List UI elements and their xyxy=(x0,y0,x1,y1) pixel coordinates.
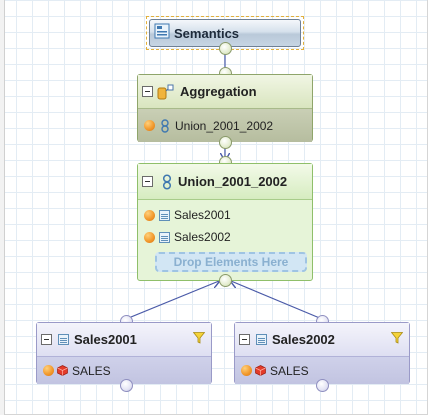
union-input-label: Sales2001 xyxy=(174,208,231,222)
filter-icon[interactable] xyxy=(390,331,404,349)
measure-cube-icon xyxy=(255,365,266,376)
union-input-label: Sales2002 xyxy=(174,230,231,244)
collapse-projection-button[interactable] xyxy=(41,334,52,345)
aggregation-title: Aggregation xyxy=(180,84,257,99)
sales2002-input-port[interactable] xyxy=(316,379,329,392)
union-title: Union_2001_2002 xyxy=(178,174,288,189)
projection-header[interactable]: Sales2002 xyxy=(235,323,409,357)
projection-node-sales2001[interactable]: Sales2001 SALES xyxy=(36,322,212,384)
union-header[interactable]: Union_2001_2002 xyxy=(138,164,312,200)
collapse-aggregation-button[interactable] xyxy=(142,86,153,97)
aggregation-node[interactable]: Aggregation Union_2001_2002 xyxy=(137,74,313,142)
measure-cube-icon xyxy=(57,365,68,376)
union-input-port[interactable] xyxy=(219,274,232,287)
table-icon xyxy=(159,209,170,221)
semantics-icon xyxy=(154,23,170,44)
projection-node-sales2002[interactable]: Sales2002 SALES xyxy=(234,322,410,384)
projection-header[interactable]: Sales2001 xyxy=(37,323,211,357)
attribute-dot-icon xyxy=(144,120,155,131)
projection-column-label[interactable]: SALES xyxy=(72,364,111,378)
attribute-dot-icon xyxy=(241,365,252,376)
view-editor-canvas[interactable]: Semantics Aggregation Union_2001_2002 Un… xyxy=(0,0,428,415)
attribute-dot-icon xyxy=(43,365,54,376)
union-node[interactable]: Union_2001_2002 Sales2001 Sales2002 Drop… xyxy=(137,163,313,281)
projection-column-label[interactable]: SALES xyxy=(270,364,309,378)
connector-sales2002-union xyxy=(231,281,323,320)
attribute-dot-icon xyxy=(144,231,155,243)
collapse-union-button[interactable] xyxy=(142,176,153,187)
filter-icon[interactable] xyxy=(192,331,206,349)
union-input-row[interactable]: Sales2001 xyxy=(138,204,312,226)
drop-elements-zone[interactable]: Drop Elements Here xyxy=(155,252,307,272)
projection-title: Sales2001 xyxy=(74,332,137,347)
aggregation-icon xyxy=(157,84,175,100)
aggregation-header[interactable]: Aggregation xyxy=(138,75,312,109)
union-input-row[interactable]: Sales2002 xyxy=(138,226,312,248)
attribute-dot-icon xyxy=(144,209,155,221)
collapse-projection-button[interactable] xyxy=(239,334,250,345)
aggregation-input-port[interactable] xyxy=(219,136,232,149)
table-icon xyxy=(159,231,170,243)
aggregation-input-item[interactable]: Union_2001_2002 xyxy=(175,119,273,133)
projection-title: Sales2002 xyxy=(272,332,335,347)
semantics-input-port[interactable] xyxy=(219,42,232,55)
union-icon xyxy=(161,173,173,190)
connector-sales2001-union xyxy=(125,281,219,320)
union-input-icon xyxy=(159,118,171,133)
table-icon xyxy=(58,334,69,345)
semantics-title: Semantics xyxy=(174,25,240,41)
sales2001-input-port[interactable] xyxy=(120,379,133,392)
table-icon xyxy=(256,334,267,345)
